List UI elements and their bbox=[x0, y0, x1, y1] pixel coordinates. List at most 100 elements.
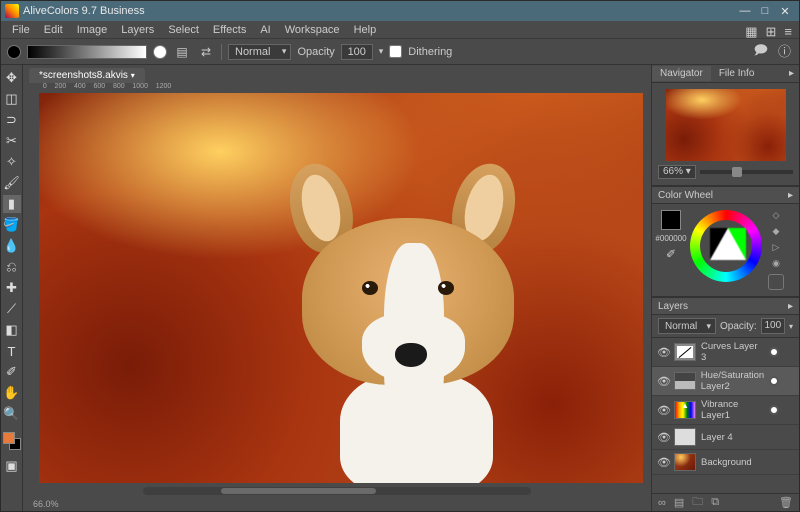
layer-opacity-input[interactable]: 100 bbox=[761, 318, 785, 334]
tab-fileinfo[interactable]: File Info bbox=[711, 66, 763, 81]
menubar: File Edit Image Layers Select Effects AI… bbox=[1, 21, 799, 39]
layer-row[interactable]: 👁 Curves Layer 3 bbox=[652, 338, 799, 367]
toolbox: ✥ ◫ ⊃ ✂ ✧ 🖌 ▮ 🪣 💧 ⎌ ✚ ⟋ ◧ T ✐ ✋ 🔍 ▣ bbox=[1, 65, 23, 511]
navigator-zoom-slider[interactable] bbox=[700, 170, 793, 174]
ruler-horizontal: 0 200 400 600 800 1000 1200 bbox=[39, 83, 643, 93]
slider-knob[interactable] bbox=[732, 167, 742, 177]
menu-workspace[interactable]: Workspace bbox=[278, 22, 347, 38]
menu-image[interactable]: Image bbox=[70, 22, 115, 38]
panel-menu-icon[interactable]: ▸ bbox=[788, 190, 793, 201]
duplicate-layer-icon[interactable]: ⧉ bbox=[711, 496, 719, 509]
zoom-tool[interactable]: 🔍 bbox=[3, 405, 21, 423]
visibility-icon[interactable]: 👁 bbox=[657, 375, 669, 388]
dodge-tool[interactable]: ⟋ bbox=[3, 300, 21, 318]
reverse-gradient-icon[interactable]: ⇄ bbox=[197, 43, 215, 61]
quickmask-tool[interactable]: ▣ bbox=[3, 457, 21, 475]
clone-tool[interactable]: ⎌ bbox=[3, 258, 21, 276]
delete-layer-icon[interactable]: 🗑 bbox=[779, 496, 793, 509]
info-icon[interactable]: ⓘ bbox=[778, 41, 791, 63]
menu-file[interactable]: File bbox=[5, 22, 37, 38]
canvas-wrap: 0 200 400 600 800 1000 1200 bbox=[23, 83, 651, 497]
layer-name: Hue/Saturation Layer2 bbox=[701, 370, 764, 392]
dithering-checkbox[interactable] bbox=[389, 45, 402, 58]
text-tool[interactable]: T bbox=[3, 342, 21, 360]
wand-tool[interactable]: ✧ bbox=[3, 153, 21, 171]
layer-blend-select[interactable]: Normal bbox=[658, 318, 716, 334]
navigator-zoom-value[interactable]: 66% ▾ bbox=[658, 165, 696, 179]
cw-marker-icon[interactable]: ◉ bbox=[772, 258, 780, 269]
heal-tool[interactable]: ✚ bbox=[3, 279, 21, 297]
blend-mode-value: Normal bbox=[235, 46, 270, 58]
layer-row[interactable]: 👁 Background bbox=[652, 450, 799, 475]
linear-gradient-icon[interactable]: ▤ bbox=[173, 43, 191, 61]
eyedropper-icon[interactable]: ✐ bbox=[666, 247, 676, 261]
tab-navigator[interactable]: Navigator bbox=[652, 66, 711, 81]
layer-row[interactable]: 👁 Hue/Saturation Layer2 bbox=[652, 367, 799, 396]
color-triangle[interactable] bbox=[710, 228, 746, 260]
menu-help[interactable]: Help bbox=[347, 22, 384, 38]
crop-tool[interactable]: ✂ bbox=[3, 132, 21, 150]
layer-mask-icon[interactable] bbox=[769, 376, 779, 386]
visibility-icon[interactable]: 👁 bbox=[657, 456, 669, 469]
cw-marker-icon[interactable]: ◇ bbox=[773, 210, 780, 221]
menu-layers[interactable]: Layers bbox=[114, 22, 161, 38]
blur-tool[interactable]: 💧 bbox=[3, 237, 21, 255]
layer-row[interactable]: 👁 Vibrance Layer1 bbox=[652, 396, 799, 425]
main-row: ✥ ◫ ⊃ ✂ ✧ 🖌 ▮ 🪣 💧 ⎌ ✚ ⟋ ◧ T ✐ ✋ 🔍 ▣ bbox=[1, 65, 799, 511]
new-folder-icon[interactable]: 🗀 bbox=[692, 493, 703, 511]
fg-color-swatch[interactable] bbox=[3, 432, 15, 444]
layer-thumb-vibrance-icon bbox=[674, 401, 696, 419]
color-swatches[interactable] bbox=[3, 432, 21, 450]
gradient-end-swatch[interactable] bbox=[153, 45, 167, 59]
opacity-input[interactable]: 100 bbox=[341, 44, 373, 60]
layer-list: 👁 Curves Layer 3 👁 Hue/Saturation Layer2… bbox=[652, 338, 799, 493]
visibility-icon[interactable]: 👁 bbox=[657, 346, 669, 359]
menu-effects[interactable]: Effects bbox=[206, 22, 253, 38]
menu-edit[interactable]: Edit bbox=[37, 22, 70, 38]
navigator-panel: 66% ▾ bbox=[652, 83, 799, 186]
selection-tool[interactable]: ◫ bbox=[3, 90, 21, 108]
eraser-tool[interactable]: ◧ bbox=[3, 321, 21, 339]
canvas[interactable] bbox=[39, 93, 643, 483]
gradient-tool[interactable]: ▮ bbox=[3, 195, 21, 213]
close-button[interactable]: ✕ bbox=[775, 5, 795, 18]
cw-marker-icon[interactable]: ◆ bbox=[773, 226, 780, 237]
panel-menu-icon[interactable]: ▸ bbox=[784, 68, 799, 79]
bucket-tool[interactable]: 🪣 bbox=[3, 216, 21, 234]
lasso-tool[interactable]: ⊃ bbox=[3, 111, 21, 129]
scrollbar-thumb[interactable] bbox=[221, 488, 376, 494]
document-tab[interactable]: *screenshots8.akvis ▾ bbox=[29, 68, 145, 83]
colorwheel-title: Color Wheel bbox=[658, 190, 713, 201]
notifications-icon[interactable]: 🗩 bbox=[754, 41, 768, 63]
new-layer-icon[interactable]: ▤ bbox=[674, 496, 684, 509]
minimize-button[interactable]: — bbox=[735, 5, 755, 17]
horizontal-scrollbar[interactable] bbox=[143, 487, 531, 495]
layer-opacity-dropdown-icon[interactable]: ▾ bbox=[789, 322, 793, 331]
link-layers-icon[interactable]: ∞ bbox=[658, 497, 666, 509]
gradient-preview[interactable] bbox=[27, 45, 147, 59]
panel-menu-icon[interactable]: ▸ bbox=[788, 301, 793, 312]
hand-tool[interactable]: ✋ bbox=[3, 384, 21, 402]
visibility-icon[interactable]: 👁 bbox=[657, 404, 669, 417]
maximize-button[interactable]: □ bbox=[755, 5, 775, 17]
blend-mode-select[interactable]: Normal bbox=[228, 44, 291, 60]
document-tab-dropdown-icon[interactable]: ▾ bbox=[131, 71, 135, 80]
cw-marker-icon[interactable]: ▷ bbox=[773, 242, 780, 253]
layer-name: Background bbox=[701, 457, 764, 468]
eyedropper-tool[interactable]: ✐ bbox=[3, 363, 21, 381]
document-tab-label: *screenshots8.akvis bbox=[39, 70, 128, 81]
navigator-thumbnail[interactable] bbox=[666, 89, 786, 161]
layer-mask-icon[interactable] bbox=[769, 347, 779, 357]
menu-select[interactable]: Select bbox=[161, 22, 206, 38]
colorwheel-swatch[interactable] bbox=[661, 210, 681, 230]
menu-ai[interactable]: AI bbox=[253, 22, 277, 38]
move-tool[interactable]: ✥ bbox=[3, 69, 21, 87]
visibility-icon[interactable]: 👁 bbox=[657, 431, 669, 444]
options-bar: ▤ ⇄ Normal Opacity 100 ▾ Dithering 🗩 ⓘ bbox=[1, 39, 799, 65]
layer-row[interactable]: 👁 Layer 4 bbox=[652, 425, 799, 450]
cw-preview-icon[interactable] bbox=[768, 274, 784, 290]
opacity-dropdown-icon[interactable]: ▾ bbox=[379, 46, 384, 57]
brush-tool[interactable]: 🖌 bbox=[3, 174, 21, 192]
layer-mask-icon[interactable] bbox=[769, 405, 779, 415]
gradient-start-swatch[interactable] bbox=[7, 45, 21, 59]
